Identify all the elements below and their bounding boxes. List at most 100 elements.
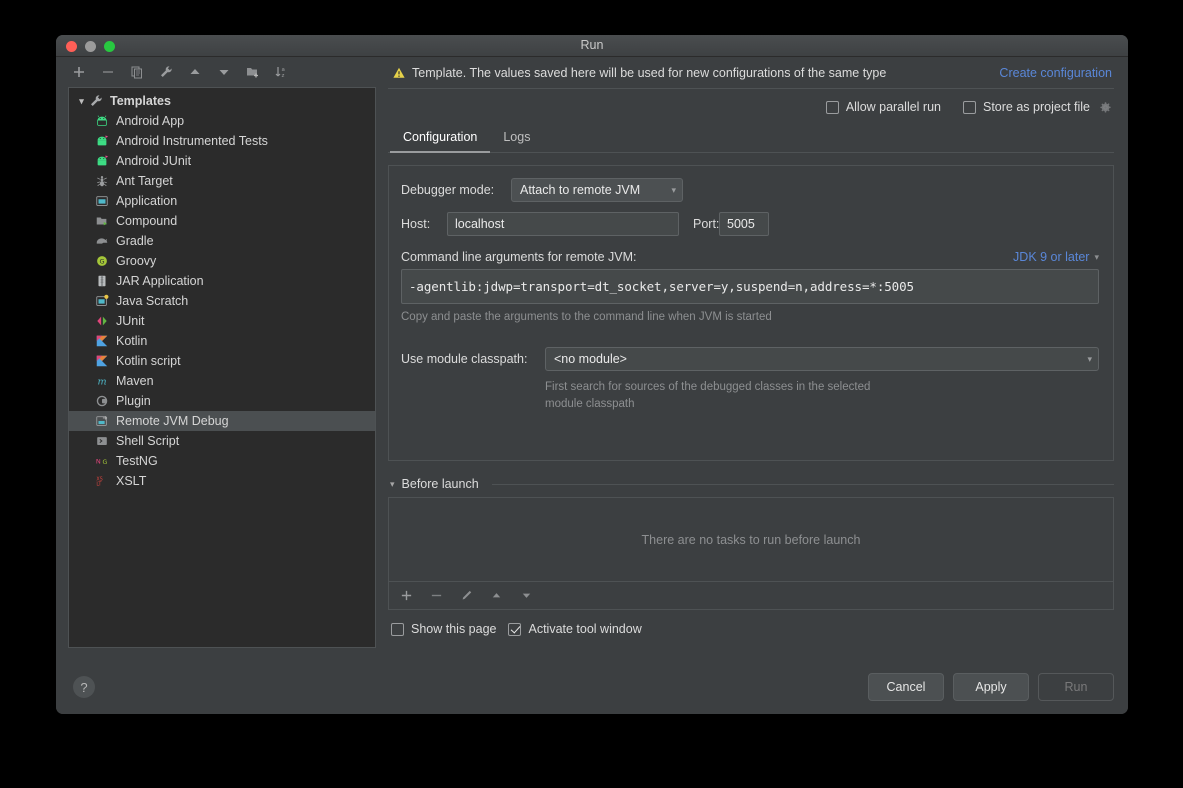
before-launch-header[interactable]: ▾ Before launch bbox=[388, 477, 1114, 491]
tree-row-label: JAR Application bbox=[116, 275, 204, 288]
tree-row-groovy[interactable]: G Groovy bbox=[69, 251, 375, 271]
tree-row-label: Android App bbox=[116, 115, 184, 128]
move-up-icon[interactable] bbox=[187, 64, 203, 80]
tree-row-label: Android Instrumented Tests bbox=[116, 135, 268, 148]
port-label: Port: bbox=[679, 217, 719, 231]
tree-row-remote-jvm-debug[interactable]: Remote JVM Debug bbox=[69, 411, 375, 431]
chevron-down-icon[interactable]: ▾ bbox=[75, 95, 88, 108]
allow-parallel-run-label: Allow parallel run bbox=[846, 100, 941, 114]
cancel-button[interactable]: Cancel bbox=[868, 673, 944, 701]
sort-alphabetically-icon[interactable]: a z bbox=[274, 64, 290, 80]
svg-text:G: G bbox=[99, 258, 104, 266]
templates-tree[interactable]: ▾ Templates And bbox=[68, 87, 376, 648]
gear-icon[interactable] bbox=[1099, 101, 1112, 114]
tree-row-testng[interactable]: NG TestNG bbox=[69, 451, 375, 471]
remove-icon[interactable] bbox=[100, 64, 116, 80]
checkbox-box[interactable] bbox=[391, 623, 404, 636]
allow-parallel-run-checkbox[interactable]: Allow parallel run bbox=[826, 100, 941, 114]
tree-row-label: XSLT bbox=[116, 475, 146, 488]
before-launch-task-list[interactable]: There are no tasks to run before launch bbox=[388, 497, 1114, 582]
remove-task-icon[interactable] bbox=[428, 588, 444, 604]
show-this-page-label: Show this page bbox=[411, 622, 496, 636]
apply-button[interactable]: Apply bbox=[953, 673, 1029, 701]
tree-row-ant-target[interactable]: Ant Target bbox=[69, 171, 375, 191]
command-line-arguments-field[interactable]: -agentlib:jdwp=transport=dt_socket,serve… bbox=[401, 269, 1099, 304]
activate-tool-window-checkbox[interactable]: Activate tool window bbox=[508, 622, 641, 636]
gradle-icon bbox=[94, 233, 110, 249]
tree-row-label: Remote JVM Debug bbox=[116, 415, 229, 428]
checkbox-box[interactable] bbox=[963, 101, 976, 114]
wrench-icon[interactable] bbox=[158, 64, 174, 80]
java-scratch-icon bbox=[94, 293, 110, 309]
bottom-checkbox-row: Show this page Activate tool window bbox=[388, 622, 1114, 636]
chevron-down-icon[interactable]: ▾ bbox=[390, 479, 395, 490]
new-folder-icon[interactable] bbox=[245, 64, 261, 80]
tab-configuration[interactable]: Configuration bbox=[390, 125, 490, 153]
tree-row-label: Kotlin bbox=[116, 335, 147, 348]
debugger-mode-dropdown[interactable]: Attach to remote JVM ▾ bbox=[511, 178, 683, 202]
move-task-down-icon[interactable] bbox=[518, 588, 534, 604]
add-task-icon[interactable] bbox=[398, 588, 414, 604]
checkbox-box[interactable] bbox=[508, 623, 521, 636]
run-button: Run bbox=[1038, 673, 1114, 701]
module-classpath-row: Use module classpath: <no module> ▾ bbox=[401, 347, 1099, 371]
tree-row-label: Application bbox=[116, 195, 177, 208]
module-classpath-label: Use module classpath: bbox=[401, 352, 545, 366]
copy-icon[interactable] bbox=[129, 64, 145, 80]
tree-row-xslt[interactable]: XSLT XSLT bbox=[69, 471, 375, 491]
tab-logs[interactable]: Logs bbox=[490, 125, 543, 153]
tree-row-android-instrumented-tests[interactable]: Android Instrumented Tests bbox=[69, 131, 375, 151]
svg-text:N: N bbox=[96, 458, 101, 466]
svg-text:z: z bbox=[282, 73, 285, 79]
tree-row-android-junit[interactable]: Android JUnit bbox=[69, 151, 375, 171]
tree-row-templates-root[interactable]: ▾ Templates bbox=[69, 91, 375, 111]
show-this-page-checkbox[interactable]: Show this page bbox=[391, 622, 496, 636]
tree-row-maven[interactable]: m Maven bbox=[69, 371, 375, 391]
port-input[interactable]: 5005 bbox=[719, 212, 769, 236]
testng-icon: NG bbox=[94, 453, 110, 469]
host-input[interactable]: localhost bbox=[447, 212, 679, 236]
jdk-version-dropdown[interactable]: JDK 9 or later ▾ bbox=[1013, 250, 1099, 264]
tree-row-gradle[interactable]: Gradle bbox=[69, 231, 375, 251]
tree-row-label: Gradle bbox=[116, 235, 154, 248]
activate-tool-window-label: Activate tool window bbox=[528, 622, 641, 636]
android-test-icon bbox=[94, 133, 110, 149]
move-task-up-icon[interactable] bbox=[488, 588, 504, 604]
templates-pane: a z ▾ Templates bbox=[56, 57, 388, 660]
help-button[interactable]: ? bbox=[73, 676, 95, 698]
templates-toolbar: a z bbox=[68, 57, 376, 87]
tree-row-label: TestNG bbox=[116, 455, 158, 468]
tree-row-kotlin[interactable]: Kotlin bbox=[69, 331, 375, 351]
edit-task-icon[interactable] bbox=[458, 588, 474, 604]
banner-text: Template. The values saved here will be … bbox=[412, 66, 999, 80]
module-classpath-dropdown[interactable]: <no module> ▾ bbox=[545, 347, 1099, 371]
add-icon[interactable] bbox=[71, 64, 87, 80]
store-as-project-file-checkbox[interactable]: Store as project file bbox=[963, 100, 1112, 114]
tree-row-label: Templates bbox=[110, 95, 171, 108]
before-launch-toolbar bbox=[388, 582, 1114, 610]
divider bbox=[492, 484, 1114, 485]
debugger-mode-value: Attach to remote JVM bbox=[520, 183, 640, 197]
tree-row-label: Compound bbox=[116, 215, 177, 228]
move-down-icon[interactable] bbox=[216, 64, 232, 80]
tree-row-java-scratch[interactable]: Java Scratch bbox=[69, 291, 375, 311]
tree-row-jar-application[interactable]: JAR Application bbox=[69, 271, 375, 291]
configuration-pane: Template. The values saved here will be … bbox=[388, 57, 1128, 660]
module-classpath-hint: First search for sources of the debugged… bbox=[545, 379, 875, 412]
checkbox-box[interactable] bbox=[826, 101, 839, 114]
command-line-arguments-hint: Copy and paste the arguments to the comm… bbox=[401, 311, 1099, 323]
args-label-row: Command line arguments for remote JVM: J… bbox=[401, 250, 1099, 264]
tree-row-kotlin-script[interactable]: Kotlin script bbox=[69, 351, 375, 371]
create-configuration-link[interactable]: Create configuration bbox=[999, 66, 1112, 80]
tree-row-application[interactable]: Application bbox=[69, 191, 375, 211]
tree-row-shell-script[interactable]: Shell Script bbox=[69, 431, 375, 451]
application-icon bbox=[94, 193, 110, 209]
jdk-version-label: JDK 9 or later bbox=[1013, 250, 1089, 264]
tree-row-compound[interactable]: Compound bbox=[69, 211, 375, 231]
tree-row-android-app[interactable]: Android App bbox=[69, 111, 375, 131]
before-launch-title: Before launch bbox=[402, 477, 479, 491]
tree-row-junit[interactable]: JUnit bbox=[69, 311, 375, 331]
kotlin-icon bbox=[94, 333, 110, 349]
tree-row-plugin[interactable]: Plugin bbox=[69, 391, 375, 411]
tree-row-label: Android JUnit bbox=[116, 155, 191, 168]
